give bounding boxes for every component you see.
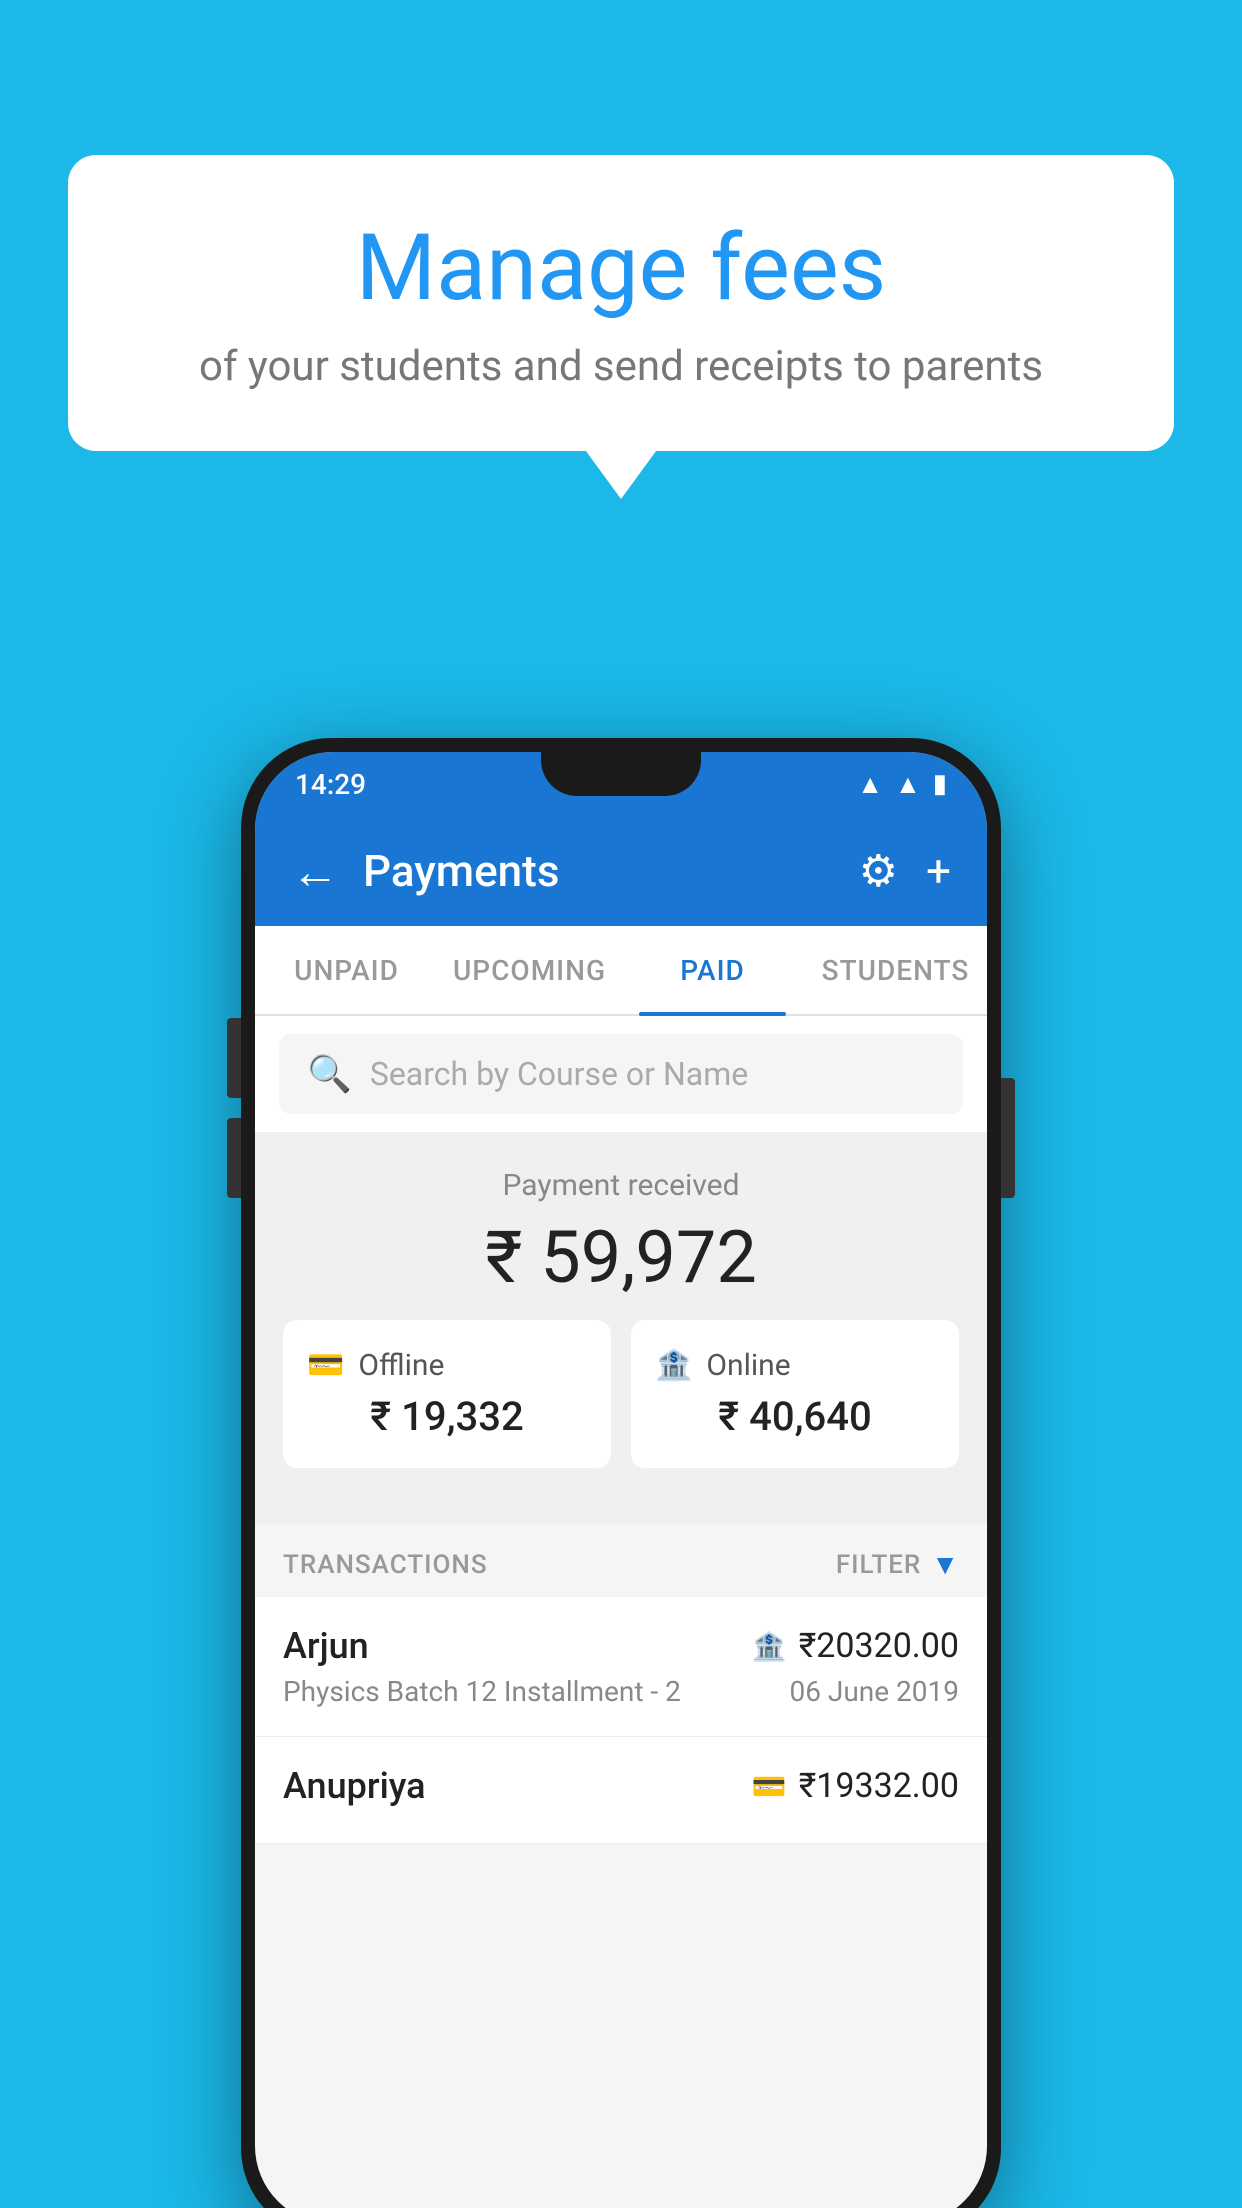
speech-bubble-container: Manage fees of your students and send re… — [68, 155, 1174, 451]
transaction-right: 💳 ₹19332.00 — [752, 1766, 959, 1806]
search-icon: 🔍 — [307, 1053, 352, 1095]
payment-received-label: Payment received — [255, 1168, 987, 1203]
tab-students[interactable]: STUDENTS — [804, 926, 987, 1014]
online-label: Online — [706, 1348, 790, 1383]
transaction-row-top: Anupriya 💳 ₹19332.00 — [283, 1765, 959, 1807]
filter-icon: ▼ — [931, 1548, 959, 1581]
volume-up-button[interactable] — [227, 1018, 241, 1098]
speech-bubble: Manage fees of your students and send re… — [68, 155, 1174, 451]
online-amount: ₹ 40,640 — [655, 1393, 935, 1440]
offline-icon: 💳 — [307, 1348, 344, 1383]
tab-paid[interactable]: PAID — [621, 926, 804, 1014]
offline-card-header: 💳 Offline — [307, 1348, 587, 1383]
transaction-course: Physics Batch 12 Installment - 2 — [283, 1675, 681, 1708]
phone-notch — [541, 752, 701, 796]
offline-amount: ₹ 19,332 — [307, 1393, 587, 1440]
phone-frame: 14:29 ▲ ▲ ▮ ← Payments ⚙ + UNPAID — [241, 738, 1001, 2208]
online-card: 🏦 Online ₹ 40,640 — [631, 1320, 959, 1468]
payment-type-icon: 💳 — [752, 1770, 787, 1803]
tab-unpaid[interactable]: UNPAID — [255, 926, 438, 1014]
tabs-container: UNPAID UPCOMING PAID STUDENTS — [255, 926, 987, 1016]
filter-label: FILTER — [836, 1550, 921, 1580]
transactions-label: TRANSACTIONS — [283, 1550, 488, 1580]
transaction-name: Arjun — [283, 1625, 369, 1667]
settings-icon[interactable]: ⚙ — [859, 845, 898, 897]
offline-label: Offline — [358, 1348, 444, 1383]
app-bar: ← Payments ⚙ + — [255, 816, 987, 926]
transaction-name: Anupriya — [283, 1765, 426, 1807]
payment-type-icon: 🏦 — [752, 1630, 787, 1663]
filter-button[interactable]: FILTER ▼ — [836, 1548, 959, 1581]
status-time: 14:29 — [295, 768, 366, 801]
search-input[interactable]: Search by Course or Name — [370, 1055, 748, 1093]
status-icons: ▲ ▲ ▮ — [857, 769, 947, 800]
table-row[interactable]: Arjun 🏦 ₹20320.00 Physics Batch 12 Insta… — [255, 1597, 987, 1737]
add-icon[interactable]: + — [926, 845, 951, 897]
tab-upcoming[interactable]: UPCOMING — [438, 926, 621, 1014]
search-bar[interactable]: 🔍 Search by Course or Name — [279, 1034, 963, 1114]
payment-summary: Payment received ₹ 59,972 💳 Offline ₹ 19… — [255, 1132, 987, 1524]
transaction-date: 06 June 2019 — [789, 1675, 959, 1708]
table-row[interactable]: Anupriya 💳 ₹19332.00 — [255, 1737, 987, 1844]
payment-cards: 💳 Offline ₹ 19,332 🏦 Online ₹ 40,640 — [255, 1300, 987, 1496]
volume-down-button[interactable] — [227, 1118, 241, 1198]
transaction-amount: ₹19332.00 — [799, 1766, 959, 1806]
offline-card: 💳 Offline ₹ 19,332 — [283, 1320, 611, 1468]
app-bar-actions: ⚙ + — [859, 845, 951, 897]
transaction-amount: ₹20320.00 — [799, 1626, 959, 1666]
phone-screen: 14:29 ▲ ▲ ▮ ← Payments ⚙ + UNPAID — [255, 752, 987, 2208]
transaction-row-bottom: Physics Batch 12 Installment - 2 06 June… — [283, 1675, 959, 1708]
signal-icon: ▲ — [895, 769, 921, 800]
app-bar-title: Payments — [363, 845, 835, 897]
transaction-row-top: Arjun 🏦 ₹20320.00 — [283, 1625, 959, 1667]
transaction-right: 🏦 ₹20320.00 — [752, 1626, 959, 1666]
online-card-header: 🏦 Online — [655, 1348, 935, 1383]
transactions-header: TRANSACTIONS FILTER ▼ — [255, 1524, 987, 1597]
power-button[interactable] — [1001, 1078, 1015, 1198]
battery-icon: ▮ — [933, 769, 947, 799]
back-button[interactable]: ← — [291, 843, 339, 900]
search-container: 🔍 Search by Course or Name — [255, 1016, 987, 1132]
payment-total-amount: ₹ 59,972 — [255, 1215, 987, 1300]
bubble-title: Manage fees — [148, 215, 1094, 322]
wifi-icon: ▲ — [857, 769, 883, 800]
online-icon: 🏦 — [655, 1348, 692, 1383]
bubble-subtitle: of your students and send receipts to pa… — [148, 342, 1094, 391]
